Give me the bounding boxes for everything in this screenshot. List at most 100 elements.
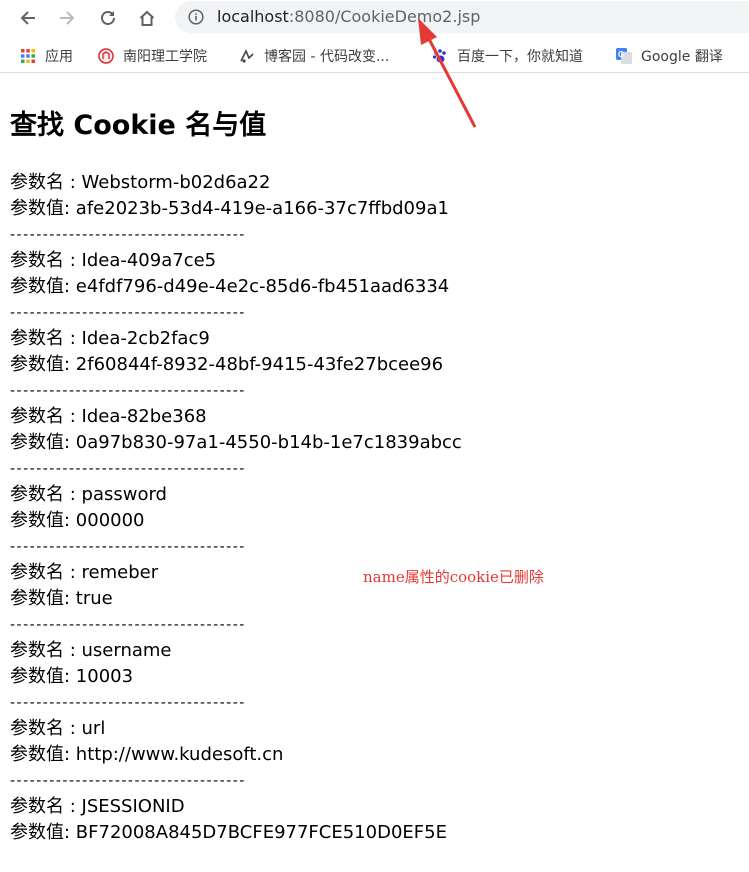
cookie-entry: 参数名 : username 参数值: 10003 ----------------… — [10, 638, 462, 716]
cookie-value: http://www.kudesoft.cn — [75, 744, 284, 765]
cookie-value: BF72008A845D7BCFE977FCE510D0EF5E — [75, 822, 447, 843]
cookie-name-line: 参数名 : url — [10, 716, 462, 742]
forward-button[interactable] — [53, 4, 81, 32]
cookie-value-label: 参数值: — [10, 822, 76, 843]
cookie-value: 10003 — [75, 666, 134, 687]
apps-grid-icon — [21, 49, 35, 63]
annotation-note: name属性的cookie已删除 — [363, 568, 544, 586]
separator-line: ------------------------------------ — [10, 305, 246, 321]
url-path: :8080/CookieDemo2.jsp — [288, 7, 481, 26]
browser-toolbar: localhost:8080/CookieDemo2.jsp — [0, 0, 749, 36]
address-bar[interactable]: localhost:8080/CookieDemo2.jsp — [175, 1, 749, 33]
separator-line: ------------------------------------ — [10, 461, 246, 477]
cookie-entry: 参数名 : Idea-2cb2fac9 参数值: 2f60844f-8932-48… — [10, 326, 462, 404]
bookmark-label: Google 翻译 — [641, 49, 723, 65]
cookie-name-label: 参数名 : — [10, 484, 82, 505]
back-button[interactable] — [14, 4, 42, 32]
cookie-value-label: 参数值: — [10, 510, 76, 531]
cookie-value-label: 参数值: — [10, 666, 76, 687]
separator-line: ------------------------------------ — [10, 617, 246, 633]
separator-line: ------------------------------------ — [10, 773, 246, 789]
cookie-value-line: 参数值: 0a97b830-97a1-4550-b14b-1e7c1839abc… — [10, 430, 462, 456]
reload-icon — [101, 11, 115, 25]
cookie-name-value: JSESSIONID — [81, 796, 185, 817]
baidu-paw-icon — [432, 49, 446, 63]
cookie-value: e4fdf796-d49e-4e2c-85d6-fb451aad6334 — [75, 276, 450, 297]
back-arrow-icon — [20, 11, 35, 25]
cookie-name-line: 参数名 : Idea-2cb2fac9 — [10, 326, 462, 352]
cookie-value-line: 参数值: true — [10, 586, 462, 612]
cookie-name-line: 参数名 : Idea-409a7ce5 — [10, 248, 462, 274]
home-button[interactable] — [133, 4, 161, 32]
bookmarks-bar: 应用 南阳理工学院 博客园 - 代码改变... 百度一下，你就知道 G Goog… — [0, 40, 749, 73]
cookie-name-line: 参数名 : Idea-82be368 — [10, 404, 462, 430]
cookie-name-value: Idea-409a7ce5 — [81, 250, 217, 271]
cookie-entry: 参数名 : Webstorm-b02d6a22 参数值: afe2023b-53d… — [10, 170, 462, 248]
cookie-value-label: 参数值: — [10, 588, 76, 609]
cookie-entry: 参数名 : Idea-82be368 参数值: 0a97b830-97a1-455… — [10, 404, 462, 482]
bookmark-apps[interactable]: 应用 — [20, 45, 73, 67]
page-content: 查找 Cookie 名与值 参数名 : Webstorm-b02d6a22 参数值… — [10, 106, 740, 843]
cookie-value-line: 参数值: 10003 — [10, 664, 462, 690]
cookie-name-label: 参数名 : — [10, 562, 82, 583]
cookie-name-value: password — [81, 484, 167, 505]
cookie-name-line: 参数名 : Webstorm-b02d6a22 — [10, 170, 462, 196]
cookie-value-label: 参数值: — [10, 744, 76, 765]
cookie-value-line: 参数值: http://www.kudesoft.cn — [10, 742, 462, 768]
cookie-value: afe2023b-53d4-419e-a166-37c7ffbd09a1 — [75, 198, 449, 219]
cookie-name-value: username — [81, 640, 172, 661]
cookie-name-label: 参数名 : — [10, 718, 82, 739]
cookie-name-line: 参数名 : password — [10, 482, 462, 508]
svg-text:G: G — [618, 50, 624, 59]
url-text[interactable]: localhost:8080/CookieDemo2.jsp — [217, 7, 480, 26]
page-title: 查找 Cookie 名与值 — [10, 110, 267, 141]
cookie-value-line: 参数值: afe2023b-53d4-419e-a166-37c7ffbd09a… — [10, 196, 462, 222]
cookie-name-value: Idea-82be368 — [81, 406, 207, 427]
separator-line: ------------------------------------ — [10, 695, 246, 711]
cookie-value-line: 参数值: 2f60844f-8932-48bf-9415-43fe27bcee9… — [10, 352, 462, 378]
cookie-value: 0a97b830-97a1-4550-b14b-1e7c1839abcc — [75, 432, 462, 453]
separator-line: ------------------------------------ — [10, 383, 246, 399]
url-host: localhost — [217, 7, 289, 26]
cookie-name-label: 参数名 : — [10, 250, 82, 271]
bookmark-school[interactable]: 南阳理工学院 — [98, 45, 207, 67]
separator-line: ------------------------------------ — [10, 539, 246, 555]
separator-line: ------------------------------------ — [10, 227, 246, 243]
bookmark-label: 百度一下，你就知道 — [457, 49, 583, 65]
cookie-name-label: 参数名 : — [10, 406, 82, 427]
cookie-name-label: 参数名 : — [10, 796, 82, 817]
cookie-value: 000000 — [75, 510, 145, 531]
bookmark-google-translate[interactable]: G Google 翻译 — [616, 45, 723, 67]
cookie-list: 参数名 : Webstorm-b02d6a22 参数值: afe2023b-53d… — [10, 170, 462, 872]
cnblogs-icon — [240, 49, 254, 63]
cookie-value-label: 参数值: — [10, 432, 76, 453]
cookie-value-label: 参数值: — [10, 276, 76, 297]
cookie-value-label: 参数值: — [10, 354, 76, 375]
cookie-value-line: 参数值: BF72008A845D7BCFE977FCE510D0EF5E — [10, 820, 462, 846]
cookie-value: 2f60844f-8932-48bf-9415-43fe27bcee96 — [75, 354, 444, 375]
bookmark-label: 博客园 - 代码改变... — [264, 49, 390, 65]
cookie-name-value: Idea-2cb2fac9 — [81, 328, 210, 349]
cookie-entry: 参数名 : url 参数值: http://www.kudesoft.cn ----… — [10, 716, 462, 794]
cookie-name-value: remeber — [81, 562, 159, 583]
cookie-name-value: Webstorm-b02d6a22 — [81, 172, 271, 193]
cookie-value-line: 参数值: e4fdf796-d49e-4e2c-85d6-fb451aad633… — [10, 274, 462, 300]
cookie-name-label: 参数名 : — [10, 328, 82, 349]
bookmark-label: 应用 — [45, 49, 73, 65]
info-icon[interactable] — [188, 9, 204, 25]
cookie-name-label: 参数名 : — [10, 640, 82, 661]
reload-button[interactable] — [94, 4, 122, 32]
cookie-name-line: 参数名 : JSESSIONID — [10, 794, 462, 820]
cookie-entry: 参数名 : Idea-409a7ce5 参数值: e4fdf796-d49e-4e… — [10, 248, 462, 326]
cookie-value: true — [75, 588, 113, 609]
bookmark-baidu[interactable]: 百度一下，你就知道 — [432, 45, 583, 67]
cookie-name-line: 参数名 : username — [10, 638, 462, 664]
bookmark-label: 南阳理工学院 — [123, 49, 207, 65]
cookie-name-label: 参数名 : — [10, 172, 82, 193]
cookie-name-value: url — [81, 718, 106, 739]
bookmark-cnblogs[interactable]: 博客园 - 代码改变... — [239, 45, 389, 67]
cookie-value-label: 参数值: — [10, 198, 76, 219]
home-icon — [139, 10, 155, 26]
google-translate-icon: G — [616, 48, 632, 64]
cookie-entry: 参数名 : JSESSIONID 参数值: BF72008A845D7BCFE97… — [10, 794, 462, 872]
